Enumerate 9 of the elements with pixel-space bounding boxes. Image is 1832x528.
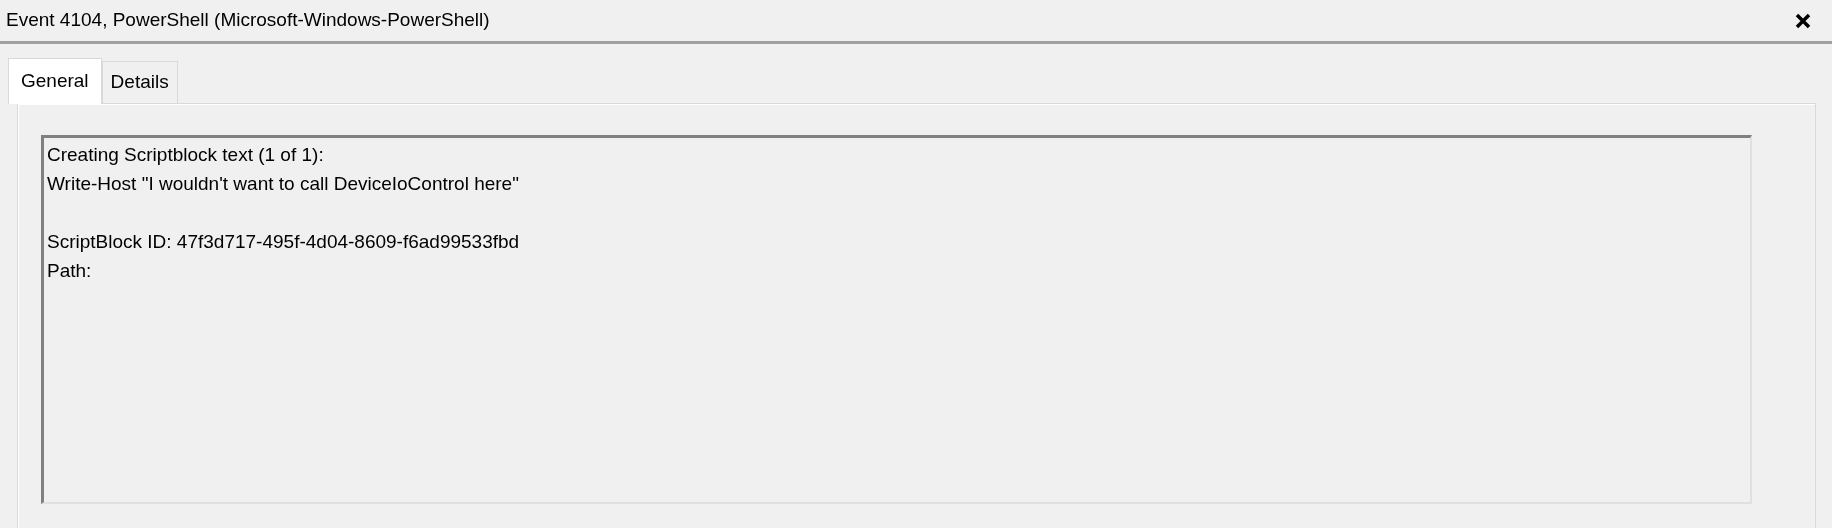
- event-text-line: Path:: [47, 259, 93, 283]
- event-text-line: Write-Host "I wouldn't want to call DeviceIoControl here": [47, 172, 520, 196]
- tab[interactable]: Details: [101, 61, 178, 103]
- tab[interactable]: General: [8, 58, 102, 104]
- window-title: Event 4104, PowerShell (Microsoft-Windows-PowerShell): [6, 8, 490, 33]
- close-icon[interactable]: [1794, 11, 1812, 30]
- event-text-line: ScriptBlock ID: 47f3d717-495f-4d04-8609-f6ad99533fbd: [47, 230, 521, 254]
- event-text-box[interactable]: Creating Scriptblock text (1 of 1): Write-Host "I wouldn't want to call DeviceIoControl here" ScriptBlock ID: 47f3d717-495f-4d04-8609-f6ad99533fbd Path:: [41, 135, 1752, 504]
- event-text-line: Creating Scriptblock text (1 of 1):: [47, 143, 325, 167]
